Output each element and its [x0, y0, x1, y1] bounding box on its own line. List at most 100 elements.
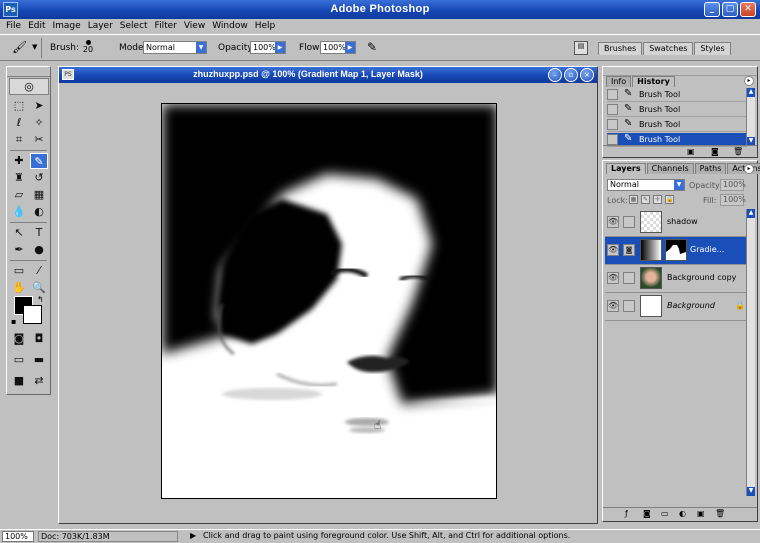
history-brush-source-checkbox[interactable]	[607, 119, 618, 130]
layer-mask-active-icon[interactable]: ◙	[623, 244, 635, 256]
notes-tool[interactable]: ▭	[10, 263, 28, 279]
trash-icon[interactable]: 🗑	[715, 509, 725, 518]
minimize-button[interactable]: _	[704, 2, 720, 17]
magic-wand-tool[interactable]: ✧	[30, 115, 48, 131]
quick-mask-mode-button[interactable]: ◘	[30, 331, 48, 347]
zoom-tool[interactable]: 🔍	[30, 280, 48, 296]
flow-field[interactable]: 100% ▶	[320, 41, 356, 54]
visibility-eye-icon[interactable]: 👁	[607, 272, 619, 284]
menu-edit[interactable]: Edit	[25, 19, 49, 34]
panel-menu-button[interactable]: ▸	[744, 164, 754, 174]
menu-view[interactable]: View	[181, 19, 209, 34]
menu-window[interactable]: Window	[209, 19, 252, 34]
new-layer-icon[interactable]: ▣	[697, 509, 705, 518]
slice-tool[interactable]: ✂	[30, 132, 48, 148]
tab-paths[interactable]: Paths	[694, 163, 727, 174]
tab-layers[interactable]: Layers	[606, 163, 646, 174]
mode-select[interactable]: Normal ▼	[143, 41, 207, 54]
history-scrollbar[interactable]: ▲ ▼	[746, 88, 755, 146]
document-close-button[interactable]: ×	[580, 68, 594, 82]
document-info[interactable]: Doc: 703K/1.83M	[38, 531, 178, 542]
toolbox-title-bar[interactable]	[7, 67, 50, 77]
layer-mask-thumbnail[interactable]	[665, 239, 687, 261]
tab-swatches[interactable]: Swatches	[643, 42, 694, 55]
brush-tool[interactable]: ✎	[30, 153, 48, 169]
type-tool[interactable]: T	[30, 225, 48, 241]
tab-brushes[interactable]: Brushes	[598, 42, 643, 55]
history-state[interactable]: ✎ Brush Tool	[607, 118, 747, 132]
swap-colors-icon[interactable]: ↰	[37, 295, 44, 304]
default-colors-icon[interactable]: ▪	[11, 317, 16, 326]
lock-all-icon[interactable]: 🔒	[665, 195, 674, 204]
lasso-tool[interactable]: ℓ	[10, 115, 28, 131]
new-set-icon[interactable]: ▭	[661, 509, 669, 518]
standard-screen-mode-button[interactable]: ▭	[10, 352, 28, 368]
background-color-swatch[interactable]	[23, 305, 42, 324]
full-screen-menu-mode-button[interactable]: ▬	[30, 352, 48, 368]
menu-image[interactable]: Image	[50, 19, 85, 34]
triangle-right-icon[interactable]: ▶	[190, 531, 196, 540]
crop-tool[interactable]: ⌗	[10, 132, 28, 148]
layer-link-icon[interactable]	[623, 216, 635, 228]
pen-tool[interactable]: ✒	[10, 242, 28, 258]
menu-layer[interactable]: Layer	[85, 19, 117, 34]
scroll-up-icon[interactable]: ▲	[747, 88, 755, 97]
menu-help[interactable]: Help	[252, 19, 280, 34]
history-brush-source-checkbox[interactable]	[607, 104, 618, 115]
tab-history[interactable]: History	[632, 76, 675, 87]
layer-opacity-field[interactable]: 100%	[720, 179, 746, 191]
layer-row[interactable]: 👁 Background 🔒	[605, 293, 748, 321]
tab-channels[interactable]: Channels	[646, 163, 694, 174]
lock-position-icon[interactable]: ✛	[653, 195, 662, 204]
image-canvas[interactable]: ☝	[161, 103, 497, 499]
opacity-field[interactable]: 100% ▶	[250, 41, 286, 54]
dodge-tool[interactable]: ◐	[30, 204, 48, 220]
layer-row[interactable]: 👁 shadow	[605, 209, 748, 237]
history-brush-source-checkbox[interactable]	[607, 89, 618, 100]
move-tool[interactable]: ➤	[30, 98, 48, 114]
tab-styles[interactable]: Styles	[694, 42, 731, 55]
visibility-eye-icon[interactable]: 👁	[607, 244, 619, 256]
new-document-from-state-icon[interactable]: ▣	[687, 147, 695, 156]
path-selection-tool[interactable]: ↖	[10, 225, 28, 241]
layer-link-icon[interactable]	[623, 300, 635, 312]
visibility-eye-icon[interactable]: 👁	[607, 216, 619, 228]
document-minimize-button[interactable]: –	[548, 68, 562, 82]
zoom-level-field[interactable]: 100%	[2, 531, 34, 542]
menu-file[interactable]: File	[3, 19, 25, 34]
trash-icon[interactable]: 🗑	[733, 147, 743, 156]
new-snapshot-icon[interactable]: ◙	[711, 147, 719, 156]
shape-tool[interactable]: ●	[30, 242, 48, 258]
layer-style-icon[interactable]: ƒ	[625, 509, 628, 518]
layer-blend-mode-select[interactable]: Normal ▼	[607, 179, 685, 191]
panel-menu-button[interactable]: ▸	[744, 76, 754, 86]
gradient-tool[interactable]: ▦	[30, 187, 48, 203]
layer-row-selected[interactable]: 👁 ◙ Gradie...	[605, 237, 748, 265]
blur-tool[interactable]: 💧	[10, 204, 28, 220]
visibility-eye-icon[interactable]: 👁	[607, 300, 619, 312]
history-brush-source-checkbox[interactable]	[607, 134, 618, 145]
document-title-bar[interactable]: PS zhuzhuxpp.psd @ 100% (Gradient Map 1,…	[59, 67, 597, 83]
history-state[interactable]: ✎ Brush Tool	[607, 88, 747, 102]
jump-to-imageready-button[interactable]: ⇄	[30, 373, 48, 389]
menu-filter[interactable]: Filter	[152, 19, 181, 34]
lock-pixels-icon[interactable]: ✎	[641, 195, 650, 204]
tab-info[interactable]: Info	[606, 76, 632, 87]
scroll-up-icon[interactable]: ▲	[747, 209, 755, 218]
lock-transparency-icon[interactable]: ▦	[629, 195, 638, 204]
add-mask-icon[interactable]: ◙	[643, 509, 651, 518]
eyedropper-tool[interactable]: ⁄	[30, 263, 48, 279]
tool-preset-picker[interactable]: 🖌 ▼	[4, 38, 42, 58]
scroll-down-icon[interactable]: ▼	[747, 487, 755, 496]
history-brush-tool[interactable]: ↺	[30, 170, 48, 186]
eraser-tool[interactable]: ▱	[10, 187, 28, 203]
layers-scrollbar[interactable]: ▲ ▼	[746, 209, 755, 496]
marquee-tool[interactable]: ⬚	[10, 98, 28, 114]
hand-tool[interactable]: ✋	[10, 280, 28, 296]
toggle-palette-well-button[interactable]: ▤	[574, 41, 588, 55]
close-button[interactable]: ✕	[740, 2, 756, 17]
adobe-online-button[interactable]: ◎	[9, 78, 49, 95]
menu-select[interactable]: Select	[117, 19, 152, 34]
clone-stamp-tool[interactable]: ♜	[10, 170, 28, 186]
layer-row[interactable]: 👁 Background copy	[605, 265, 748, 293]
